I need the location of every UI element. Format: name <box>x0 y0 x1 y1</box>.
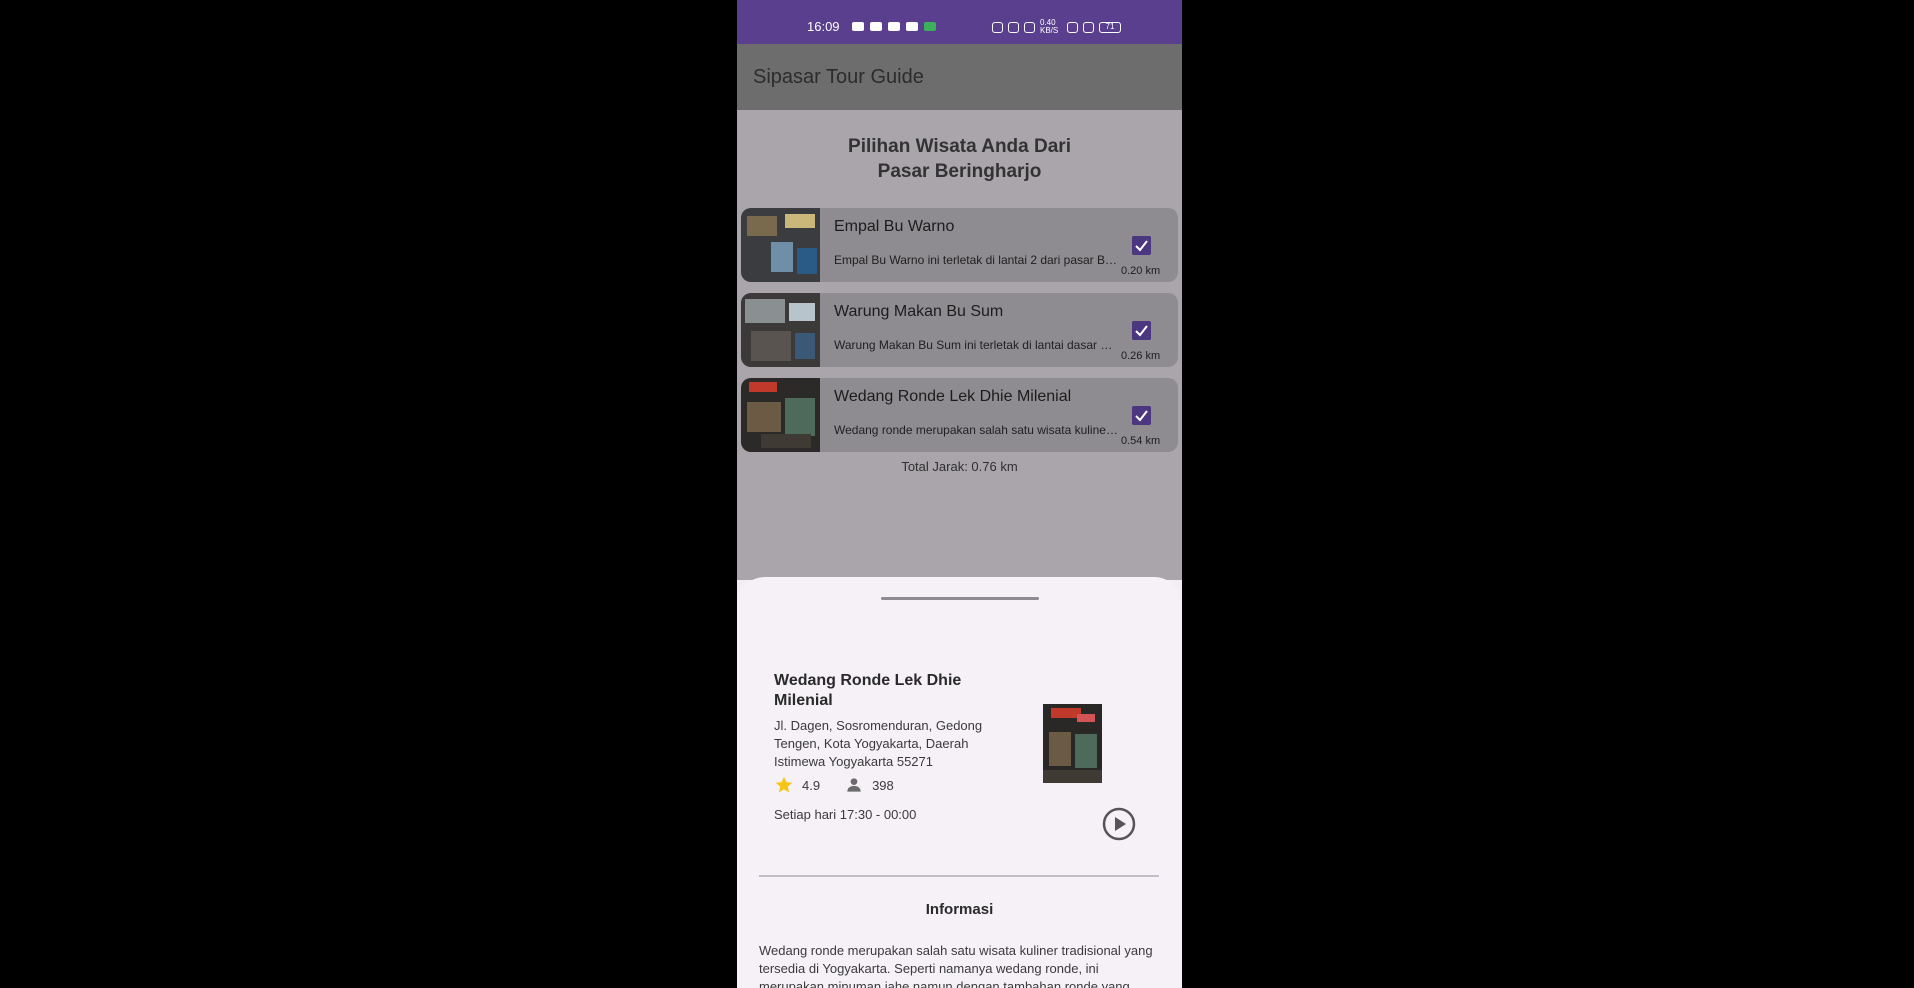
list-item[interactable]: Warung Makan Bu Sum Warung Makan Bu Sum … <box>741 293 1178 367</box>
status-bar: 16:09 0.40 KB/S 71 <box>737 0 1182 44</box>
checkbox-checked[interactable] <box>1132 321 1151 340</box>
item-name: Empal Bu Warno <box>834 218 955 235</box>
place-thumbnail <box>741 208 820 282</box>
checkbox-checked[interactable] <box>1132 236 1151 255</box>
item-distance: 0.20 km <box>1121 265 1161 277</box>
bluetooth-icon <box>1024 21 1035 33</box>
vibrate-icon <box>1008 21 1019 33</box>
star-icon <box>775 776 793 793</box>
notification-icon <box>852 21 864 31</box>
divider <box>759 875 1159 877</box>
battery-icon: 71 <box>1099 21 1121 33</box>
item-description: Warung Makan Bu Sum ini terletak di lant… <box>834 338 1119 352</box>
notification-icon <box>870 21 882 31</box>
item-description: Empal Bu Warno ini terletak di lantai 2 … <box>834 253 1119 267</box>
rating-row: 4.9 398 <box>774 775 894 795</box>
opening-hours: Setiap hari 17:30 - 00:00 <box>774 807 917 822</box>
info-title: Informasi <box>925 901 994 918</box>
shield-icon <box>924 21 936 31</box>
checkbox-checked[interactable] <box>1132 406 1151 425</box>
network-speed: 0.40 KB/S <box>1040 18 1059 35</box>
app-bar: Sipasar Tour Guide <box>737 44 1182 110</box>
youtube-icon <box>888 21 900 31</box>
place-name: Wedang Ronde Lek Dhie Milenial <box>774 672 962 709</box>
notification-icons <box>852 20 936 32</box>
system-icons: 0.40 KB/S 71 <box>992 19 1121 35</box>
youtube-icon <box>906 21 918 31</box>
person-icon <box>847 778 861 792</box>
place-thumbnail <box>741 293 820 367</box>
app-title: Sipasar Tour Guide <box>753 66 924 88</box>
play-audio-button[interactable] <box>1102 807 1136 841</box>
place-address: Jl. Dagen, Sosromenduran, Gedong Tengen,… <box>774 718 983 769</box>
place-photo <box>1043 704 1102 783</box>
item-description: Wedang ronde merupakan salah satu wisata… <box>834 423 1119 437</box>
place-thumbnail <box>741 378 820 452</box>
list-item[interactable]: Empal Bu Warno Empal Bu Warno ini terlet… <box>741 208 1178 282</box>
rating-value: 4.9 <box>802 777 821 793</box>
total-distance: Total Jarak: 0.76 km <box>901 459 1018 474</box>
item-distance: 0.26 km <box>1121 350 1161 362</box>
bottom-sheet: Wedang Ronde Lek Dhie Milenial Jl. Dagen… <box>737 577 1182 988</box>
phone-screen: 16:09 0.40 KB/S 71 Sipasar Tour Guide Pi… <box>737 0 1182 988</box>
review-count: 398 <box>872 777 894 793</box>
signal-icon <box>1083 21 1094 33</box>
selection-list: Pilihan Wisata Anda Dari Pasar Beringhar… <box>737 110 1182 580</box>
info-body: Wedang ronde merupakan salah satu wisata… <box>759 943 1153 988</box>
alarm-icon <box>992 21 1003 33</box>
item-distance: 0.54 km <box>1121 435 1161 447</box>
drag-handle[interactable] <box>881 597 1039 600</box>
item-name: Warung Makan Bu Sum <box>834 303 1004 320</box>
status-time: 16:09 <box>807 19 840 34</box>
item-name: Wedang Ronde Lek Dhie Milenial <box>834 388 1072 405</box>
wifi-icon <box>1067 21 1078 33</box>
list-item[interactable]: Wedang Ronde Lek Dhie Milenial Wedang ro… <box>741 378 1178 452</box>
page-heading: Pilihan Wisata Anda Dari Pasar Beringhar… <box>848 136 1071 182</box>
